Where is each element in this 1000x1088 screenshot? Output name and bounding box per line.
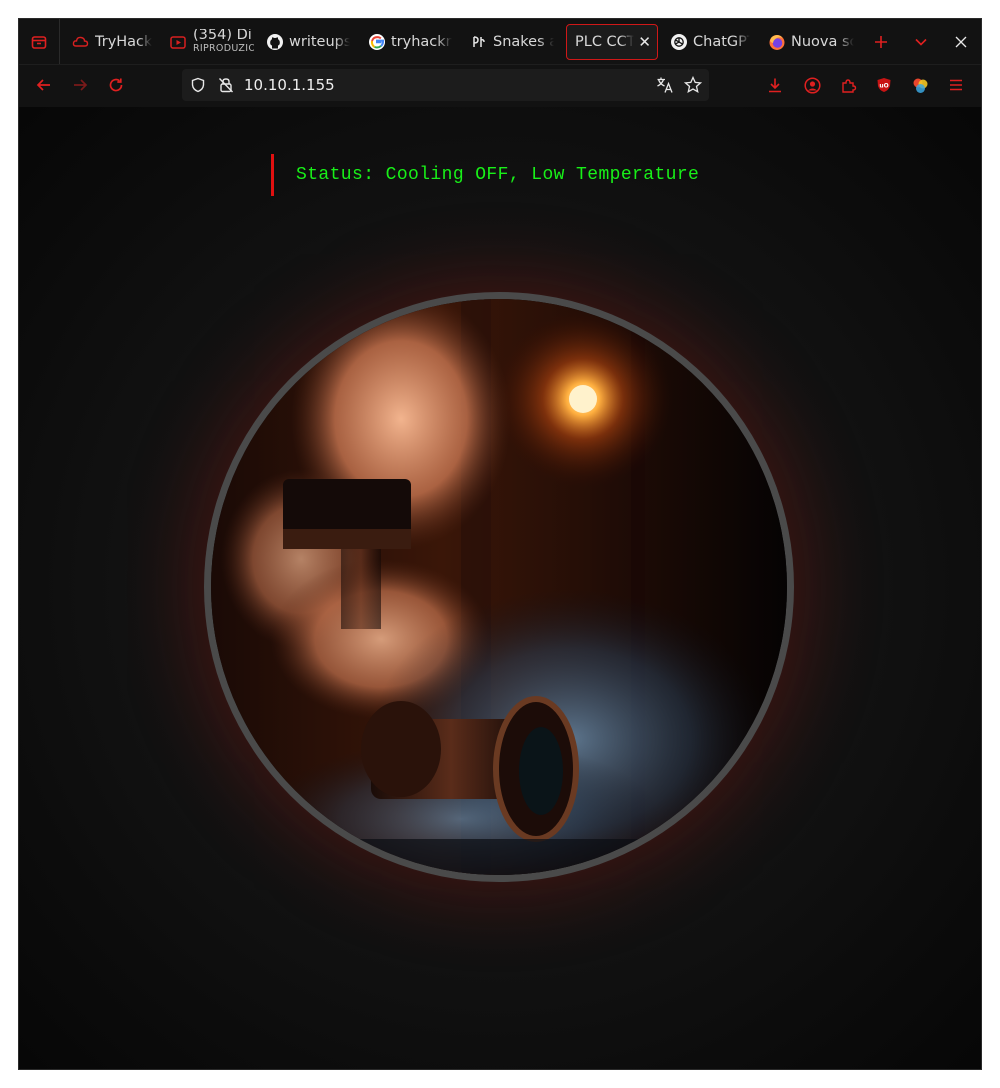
tab-youtube[interactable]: (354) Di RIPRODUZIONE: [164, 25, 254, 59]
tab-label: Snakes and: [493, 33, 554, 50]
thm-cloud-icon: [72, 33, 90, 51]
forward-button[interactable]: [64, 69, 96, 101]
chevron-down-icon: [915, 38, 927, 46]
tab-new[interactable]: Nuova scheda: [762, 25, 860, 59]
new-tab-button[interactable]: [866, 19, 896, 64]
tab-label: PLC CCTV: [575, 33, 634, 50]
tab-label: tryhackme: [391, 33, 452, 50]
chatgpt-icon: [670, 33, 688, 51]
tab-strip: TryHackMe (354) Di RIPRODUZIONE writeups: [19, 19, 981, 64]
hamburger-menu-icon: [950, 79, 962, 91]
color-extension-button[interactable]: [904, 69, 936, 101]
download-icon: [769, 78, 781, 93]
cctv-feed-image: [211, 299, 787, 875]
status-text: Status: Cooling OFF, Low Temperature: [296, 165, 700, 185]
tab-label: writeups: [289, 33, 350, 50]
extensions-button[interactable]: [832, 69, 864, 101]
app-menu-button[interactable]: [940, 69, 972, 101]
ublock-button[interactable]: uO: [868, 69, 900, 101]
window-close-button[interactable]: [941, 19, 981, 64]
account-icon: [803, 76, 821, 94]
plus-icon: [875, 35, 887, 48]
tab-playing-label: RIPRODUZIONE: [193, 42, 254, 54]
puzzle-icon: [841, 78, 856, 93]
browser-window: TryHackMe (354) Di RIPRODUZIONE writeups: [18, 18, 982, 1070]
youtube-icon: [170, 33, 188, 51]
tab-list-icon: [31, 35, 47, 49]
address-bar[interactable]: 10.10.1.155: [182, 69, 709, 101]
svg-text:uO: uO: [879, 83, 888, 90]
tab-tryhackme-search[interactable]: tryhackme: [362, 25, 458, 59]
status-indicator: Status: Cooling OFF, Low Temperature: [271, 154, 699, 196]
reload-icon: [109, 78, 123, 92]
page-content: Status: Cooling OFF, Low Temperature: [19, 107, 981, 1069]
tab-list-button[interactable]: [19, 19, 60, 64]
tab-snakes[interactable]: Snakes and: [464, 25, 560, 59]
navigation-bar: 10.10.1.155 uO: [19, 64, 981, 108]
tab-chatgpt[interactable]: ChatGPT: [664, 25, 756, 59]
reload-button[interactable]: [100, 69, 132, 101]
close-icon: [955, 36, 967, 47]
tab-label: ChatGPT: [693, 33, 750, 50]
tab-tryhackme[interactable]: TryHackMe: [66, 25, 158, 59]
cctv-feed-frame: [204, 292, 794, 882]
url-text[interactable]: 10.10.1.155: [244, 76, 335, 94]
tab-label: TryHackMe: [95, 33, 152, 50]
color-circles-icon: [913, 78, 927, 93]
insecure-lock-icon[interactable]: [218, 77, 234, 97]
bookmark-star-icon[interactable]: [683, 75, 703, 98]
tab-label: (354) Di: [193, 28, 252, 42]
tab-writeups[interactable]: writeups: [260, 25, 356, 59]
shield-icon[interactable]: [190, 77, 206, 97]
downloads-button[interactable]: [759, 69, 791, 101]
account-button[interactable]: [796, 69, 828, 101]
firefox-icon: [768, 33, 786, 51]
arrow-right-icon: [74, 79, 88, 91]
github-icon: [266, 33, 284, 51]
tab-close-icon[interactable]: ✕: [638, 33, 651, 51]
translate-icon[interactable]: [656, 76, 674, 98]
list-all-tabs-button[interactable]: [896, 19, 946, 64]
arrow-left-icon: [36, 79, 50, 91]
google-icon: [368, 33, 386, 51]
ublock-icon: uO: [877, 78, 891, 92]
back-button[interactable]: [28, 69, 60, 101]
snakes-icon: [470, 33, 488, 51]
tab-plc-cctv[interactable]: PLC CCTV ✕: [566, 23, 658, 60]
tab-label: Nuova scheda: [791, 33, 854, 50]
